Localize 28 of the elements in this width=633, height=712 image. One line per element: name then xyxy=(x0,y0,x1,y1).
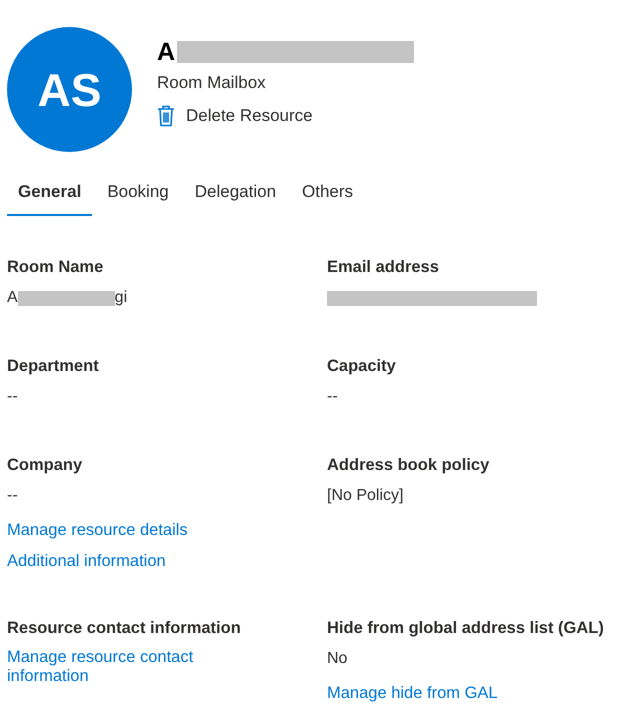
field-label: Address book policy xyxy=(327,456,490,475)
delete-resource-button[interactable]: Delete Resource xyxy=(157,105,414,127)
field-label: Email address xyxy=(327,258,440,277)
field-value: [No Policy] xyxy=(327,487,404,505)
link[interactable]: Manage hide from GAL xyxy=(327,684,627,703)
resource-type: Room Mailbox xyxy=(157,73,267,93)
tab[interactable]: Others xyxy=(291,172,364,216)
field-label: Resource contact information xyxy=(7,619,242,638)
field-value: gi xyxy=(114,289,128,307)
field-value: No xyxy=(327,650,348,668)
tab[interactable]: General xyxy=(7,172,92,216)
field-value: -- xyxy=(327,388,338,406)
trash-icon xyxy=(157,105,175,127)
field-label: Room Name xyxy=(7,258,104,277)
tab[interactable]: Booking xyxy=(96,172,180,216)
field-label: Capacity xyxy=(327,357,397,376)
field-value: -- xyxy=(7,388,18,406)
field-label: Department xyxy=(7,357,100,376)
field-value: A xyxy=(7,289,18,307)
link[interactable]: Manage resource contact information xyxy=(7,648,237,686)
link[interactable]: Additional information xyxy=(7,552,327,571)
avatar: AS xyxy=(7,27,132,152)
field-label: Hide from global address list (GAL) xyxy=(327,619,605,638)
tab[interactable]: Delegation xyxy=(184,172,288,216)
field-value: -- xyxy=(7,487,18,505)
field-label: Company xyxy=(7,456,84,475)
resource-name: A xyxy=(157,38,176,66)
link[interactable]: Manage resource details xyxy=(7,521,327,540)
